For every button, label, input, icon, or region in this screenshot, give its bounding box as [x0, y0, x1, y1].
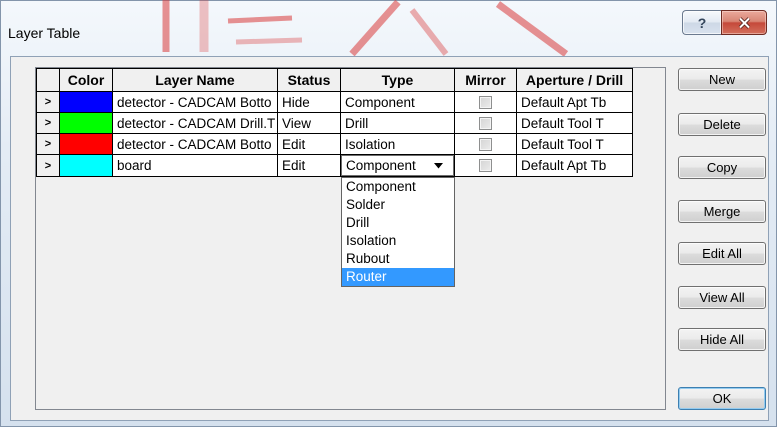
- chevron-down-icon[interactable]: [434, 163, 443, 169]
- color-swatch[interactable]: [60, 155, 113, 177]
- table-row[interactable]: > detector - CADCAM Botto Edit Isolation…: [37, 134, 633, 155]
- table-row[interactable]: > detector - CADCAM Botto Hide Component…: [37, 92, 633, 113]
- column-header-type[interactable]: Type: [341, 69, 455, 92]
- header-corner: [37, 69, 60, 92]
- status-cell[interactable]: Edit: [278, 134, 341, 155]
- close-icon: [738, 16, 750, 29]
- layer-name-cell[interactable]: detector - CADCAM Botto: [113, 92, 278, 113]
- row-selector[interactable]: >: [37, 92, 60, 113]
- column-header-layer-name[interactable]: Layer Name: [113, 69, 278, 92]
- ok-button[interactable]: OK: [678, 387, 766, 410]
- status-cell[interactable]: View: [278, 113, 341, 134]
- watermark-graphic: [162, 0, 569, 56]
- mirror-checkbox[interactable]: [479, 137, 492, 151]
- new-button[interactable]: New: [678, 68, 766, 91]
- color-swatch[interactable]: [60, 113, 113, 134]
- table-row[interactable]: > detector - CADCAM Drill.T View Drill D…: [37, 113, 633, 134]
- type-combobox[interactable]: Component: [341, 155, 454, 176]
- dropdown-option[interactable]: Component: [342, 178, 454, 196]
- mirror-cell: [455, 155, 517, 177]
- type-cell[interactable]: Drill: [341, 113, 455, 134]
- dropdown-option[interactable]: Drill: [342, 214, 454, 232]
- layer-name-cell[interactable]: detector - CADCAM Botto: [113, 134, 278, 155]
- delete-button[interactable]: Delete: [678, 113, 766, 136]
- dropdown-option[interactable]: Router: [342, 268, 454, 286]
- row-selector[interactable]: >: [37, 113, 60, 134]
- status-cell[interactable]: Edit: [278, 155, 341, 177]
- color-swatch[interactable]: [60, 92, 113, 113]
- table-row[interactable]: > board Edit Component Default Apt Tb: [37, 155, 633, 177]
- window-title: Layer Table: [8, 25, 81, 41]
- merge-button[interactable]: Merge: [678, 200, 766, 223]
- mirror-cell: [455, 134, 517, 155]
- type-cell[interactable]: Component: [341, 92, 455, 113]
- layer-table-dialog: Layer Table ? Color Layer Name Status Ty…: [0, 0, 777, 427]
- type-cell[interactable]: Isolation: [341, 134, 455, 155]
- aperture-cell[interactable]: Default Tool T: [517, 113, 633, 134]
- dialog-client-area: Color Layer Name Status Type Mirror Aper…: [10, 56, 769, 421]
- layer-grid-frame[interactable]: Color Layer Name Status Type Mirror Aper…: [35, 67, 666, 410]
- copy-button[interactable]: Copy: [678, 156, 766, 179]
- column-header-status[interactable]: Status: [278, 69, 341, 92]
- mirror-checkbox[interactable]: [479, 95, 492, 109]
- type-dropdown-list[interactable]: Component Solder Drill Isolation Rubout …: [341, 177, 455, 287]
- mirror-checkbox[interactable]: [479, 159, 492, 172]
- mirror-checkbox[interactable]: [479, 116, 492, 130]
- type-cell: Component: [341, 155, 455, 177]
- color-swatch[interactable]: [60, 134, 113, 155]
- header-row: Color Layer Name Status Type Mirror Aper…: [37, 69, 633, 92]
- dropdown-option[interactable]: Isolation: [342, 232, 454, 250]
- layer-grid[interactable]: Color Layer Name Status Type Mirror Aper…: [36, 68, 633, 177]
- close-button[interactable]: [721, 10, 767, 35]
- aperture-cell[interactable]: Default Apt Tb: [517, 155, 633, 177]
- column-header-color[interactable]: Color: [60, 69, 113, 92]
- aperture-cell[interactable]: Default Apt Tb: [517, 92, 633, 113]
- title-bar[interactable]: Layer Table ?: [0, 0, 777, 56]
- layer-name-cell[interactable]: detector - CADCAM Drill.T: [113, 113, 278, 134]
- layer-name-cell[interactable]: board: [113, 155, 278, 177]
- view-all-button[interactable]: View All: [678, 286, 766, 309]
- help-button[interactable]: ?: [682, 10, 721, 35]
- row-selector[interactable]: >: [37, 134, 60, 155]
- dropdown-option[interactable]: Rubout: [342, 250, 454, 268]
- aperture-cell[interactable]: Default Tool T: [517, 134, 633, 155]
- status-cell[interactable]: Hide: [278, 92, 341, 113]
- hide-all-button[interactable]: Hide All: [678, 328, 766, 351]
- mirror-cell: [455, 113, 517, 134]
- row-selector[interactable]: >: [37, 155, 60, 177]
- dropdown-option[interactable]: Solder: [342, 196, 454, 214]
- mirror-cell: [455, 92, 517, 113]
- column-header-aperture[interactable]: Aperture / Drill: [517, 69, 633, 92]
- column-header-mirror[interactable]: Mirror: [455, 69, 517, 92]
- type-combobox-value: Component: [346, 158, 416, 173]
- edit-all-button[interactable]: Edit All: [678, 242, 766, 265]
